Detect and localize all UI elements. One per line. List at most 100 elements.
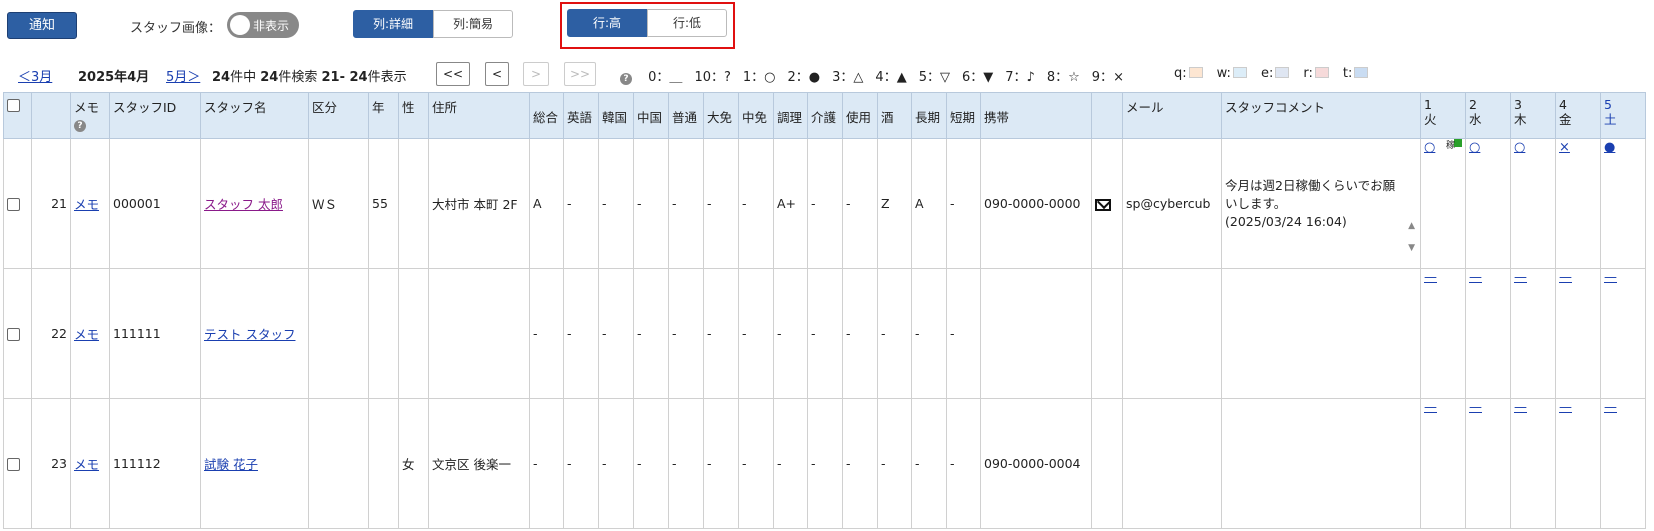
staff-id-header[interactable]: スタッフID [109, 92, 201, 139]
schedule-mark[interactable]: — [1514, 270, 1527, 285]
tanki-header[interactable]: 短期 [946, 92, 981, 139]
choki-header[interactable]: 長期 [911, 92, 947, 139]
staff-image-toggle[interactable]: 非表示 [227, 12, 299, 38]
day-cell: — [1510, 268, 1556, 399]
day-header-3: 3木 [1510, 92, 1556, 139]
staff-name-link[interactable]: テスト スタッフ [204, 327, 295, 342]
staff-name-link[interactable]: 試験 花子 [204, 457, 258, 472]
row-low-button[interactable]: 行:低 [647, 9, 727, 37]
chumen-header[interactable]: 中免 [738, 92, 774, 139]
row-high-button[interactable]: 行:高 [567, 9, 647, 37]
row-checkbox[interactable] [7, 328, 20, 341]
staff-name-cell: スタッフ 太郎 [200, 138, 309, 269]
schedule-mark[interactable]: ○ [1469, 140, 1480, 155]
staff-name-link[interactable]: スタッフ 太郎 [204, 197, 283, 212]
schedule-mark[interactable]: — [1469, 270, 1482, 285]
schedule-mark[interactable]: ● [1604, 140, 1615, 155]
legend-item: 1：○ [743, 70, 776, 85]
kankoku-header[interactable]: 韓国 [598, 92, 634, 139]
choki-cell: A [911, 138, 947, 269]
row-checkbox[interactable] [7, 198, 20, 211]
comment-scrollbar[interactable]: ▲ ▼ [1408, 215, 1415, 259]
note-mark: 稼 [1446, 141, 1456, 151]
day-weekday: 金 [1559, 112, 1572, 127]
mail-icon-cell [1091, 138, 1123, 269]
memo-link[interactable]: メモ [74, 197, 99, 212]
column-detail-button[interactable]: 列:詳細 [353, 10, 433, 38]
staff-image-label: スタッフ画像： [130, 21, 222, 36]
prev-month-link[interactable]: ＜3月 [18, 66, 52, 85]
schedule-mark[interactable]: — [1559, 270, 1572, 285]
column-simple-button[interactable]: 列:簡易 [433, 10, 513, 38]
choki-value: - [915, 326, 920, 341]
day-weekday: 木 [1514, 112, 1527, 127]
sake-value: - [881, 456, 886, 471]
result-counts: 24件中 24件検索 21- 24件表示 [212, 66, 407, 85]
memo-link[interactable]: メモ [74, 457, 99, 472]
day-cell: — [1555, 398, 1601, 529]
tanki-value: - [950, 326, 955, 341]
mail-header[interactable]: メール [1122, 92, 1222, 139]
schedule-mark[interactable]: — [1559, 400, 1572, 415]
row-number-cell: 21 [31, 138, 71, 269]
schedule-mark[interactable]: — [1424, 270, 1437, 285]
kubun-header[interactable]: 区分 [308, 92, 369, 139]
last-page-button[interactable]: >> [564, 62, 596, 86]
prev-page-button[interactable]: < [485, 62, 509, 86]
legend-key: 7： [1005, 70, 1027, 85]
first-page-button[interactable]: << [436, 62, 470, 86]
select-all-header [3, 92, 32, 139]
sogo-cell: - [529, 268, 564, 399]
kankoku-cell: - [598, 398, 634, 529]
age-header[interactable]: 年 [368, 92, 399, 139]
daimen-value: - [707, 326, 712, 341]
next-month-link[interactable]: 5月＞ [166, 66, 200, 85]
schedule-mark[interactable]: ○ [1514, 140, 1525, 155]
staff-name-cell: 試験 花子 [200, 398, 309, 529]
schedule-mark[interactable]: — [1604, 270, 1617, 285]
sex-header[interactable]: 性 [398, 92, 429, 139]
chugoku-header[interactable]: 中国 [633, 92, 669, 139]
select-all-checkbox[interactable] [7, 99, 20, 112]
schedule-mark[interactable]: — [1424, 400, 1437, 415]
mobile-header[interactable]: 携帯 [980, 92, 1092, 139]
day-number: 4 [1559, 97, 1567, 112]
schedule-mark[interactable]: — [1604, 400, 1617, 415]
staff-name-header[interactable]: スタッフ名 [200, 92, 309, 139]
schedule-mark[interactable]: × [1559, 140, 1570, 155]
day-header-4: 4金 [1555, 92, 1601, 139]
row-checkbox[interactable] [7, 458, 20, 471]
schedule-mark[interactable]: — [1469, 400, 1482, 415]
schedule-mark[interactable]: — [1514, 400, 1527, 415]
comment-header[interactable]: スタッフコメント [1221, 92, 1421, 139]
age-cell [368, 268, 399, 399]
sogo-header[interactable]: 総合 [529, 92, 564, 139]
scroll-down-icon[interactable]: ▼ [1408, 243, 1415, 253]
sake-header[interactable]: 酒 [877, 92, 912, 139]
chumen-cell: - [738, 268, 774, 399]
staff-id-cell: 111112 [109, 398, 201, 529]
day-cell: — [1600, 268, 1646, 399]
staff-id-cell: 111111 [109, 268, 201, 399]
address-header[interactable]: 住所 [428, 92, 530, 139]
memo-link[interactable]: メモ [74, 327, 99, 342]
choki-cell: - [911, 398, 947, 529]
kaigo-value: - [811, 326, 816, 341]
row-number-cell: 22 [31, 268, 71, 399]
chori-header[interactable]: 調理 [773, 92, 808, 139]
futsu-header[interactable]: 普通 [668, 92, 704, 139]
mail-cell: sp@cybercub [1122, 138, 1222, 269]
kaigo-header[interactable]: 介護 [807, 92, 843, 139]
scroll-up-icon[interactable]: ▲ [1408, 221, 1415, 231]
next-page-button[interactable]: > [523, 62, 549, 86]
help-icon[interactable]: ? [620, 73, 632, 85]
eigo-header[interactable]: 英語 [563, 92, 599, 139]
day-cell: — [1420, 268, 1466, 399]
memo-help-icon[interactable]: ? [74, 120, 86, 132]
mail-icon[interactable] [1095, 198, 1111, 211]
shiyo-header[interactable]: 使用 [842, 92, 878, 139]
daimen-header[interactable]: 大免 [703, 92, 739, 139]
notice-button[interactable]: 通知 [7, 12, 77, 39]
memo-header: メモ? [70, 92, 110, 139]
schedule-mark[interactable]: ○ [1424, 140, 1435, 155]
